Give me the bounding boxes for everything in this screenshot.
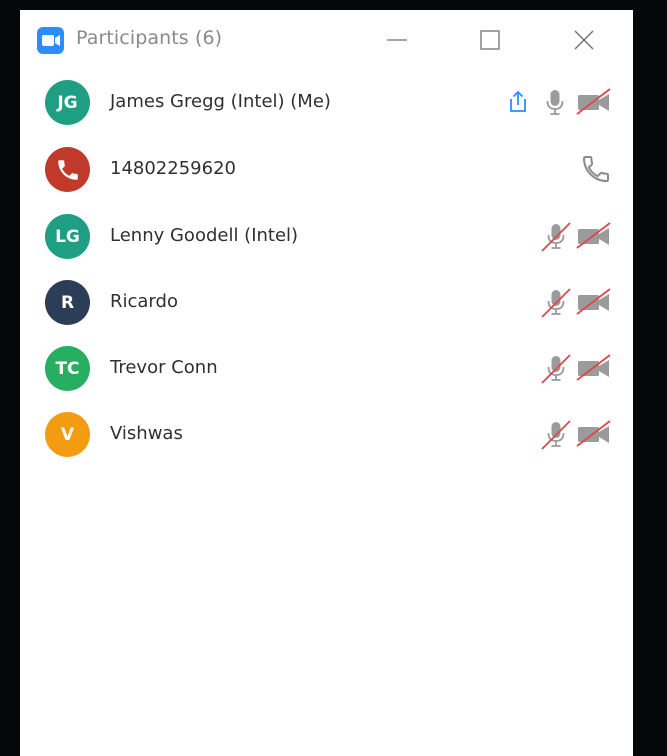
microphone-muted-icon[interactable] <box>539 352 571 384</box>
window-title: Participants (6) <box>76 27 223 49</box>
microphone-muted-icon[interactable] <box>539 286 571 318</box>
participant-name: Trevor Conn <box>110 357 218 378</box>
microphone-icon[interactable] <box>539 86 571 118</box>
video-off-icon[interactable] <box>576 352 611 384</box>
participant-row[interactable]: TC Trevor Conn <box>20 336 633 400</box>
avatar: R <box>45 280 90 325</box>
close-button[interactable] <box>571 27 597 53</box>
minimize-icon <box>387 39 407 41</box>
avatar: V <box>45 412 90 457</box>
title-bar: Participants (6) <box>20 10 633 70</box>
video-off-icon[interactable] <box>576 286 611 318</box>
participant-name: Lenny Goodell (Intel) <box>110 225 299 246</box>
phone-icon <box>580 153 612 185</box>
participant-row[interactable]: V Vishwas <box>20 402 633 466</box>
video-off-icon[interactable] <box>576 418 611 450</box>
phone-icon <box>57 159 78 180</box>
minimize-button[interactable] <box>384 27 410 53</box>
video-off-icon[interactable] <box>576 86 611 118</box>
participants-window: Participants (6) JG James Gregg (Intel) … <box>20 10 633 756</box>
avatar <box>45 147 90 192</box>
participant-row[interactable]: R Ricardo <box>20 270 633 334</box>
zoom-app-icon <box>37 27 64 54</box>
microphone-muted-icon[interactable] <box>539 418 571 450</box>
microphone-muted-icon[interactable] <box>539 220 571 252</box>
share-screen-icon[interactable] <box>502 86 534 118</box>
video-off-icon[interactable] <box>576 220 611 252</box>
avatar: JG <box>45 80 90 125</box>
participant-row[interactable]: JG James Gregg (Intel) (Me) <box>20 70 633 134</box>
maximize-icon <box>480 30 500 50</box>
participant-row[interactable]: 14802259620 <box>20 137 633 201</box>
avatar: TC <box>45 346 90 391</box>
participant-name: James Gregg (Intel) (Me) <box>110 91 331 112</box>
participant-name: Ricardo <box>110 291 178 312</box>
participant-name: 14802259620 <box>110 158 236 179</box>
avatar: LG <box>45 214 90 259</box>
participant-row[interactable]: LG Lenny Goodell (Intel) <box>20 204 633 268</box>
maximize-button[interactable] <box>477 27 503 53</box>
participant-name: Vishwas <box>110 423 183 444</box>
close-icon <box>574 30 594 50</box>
